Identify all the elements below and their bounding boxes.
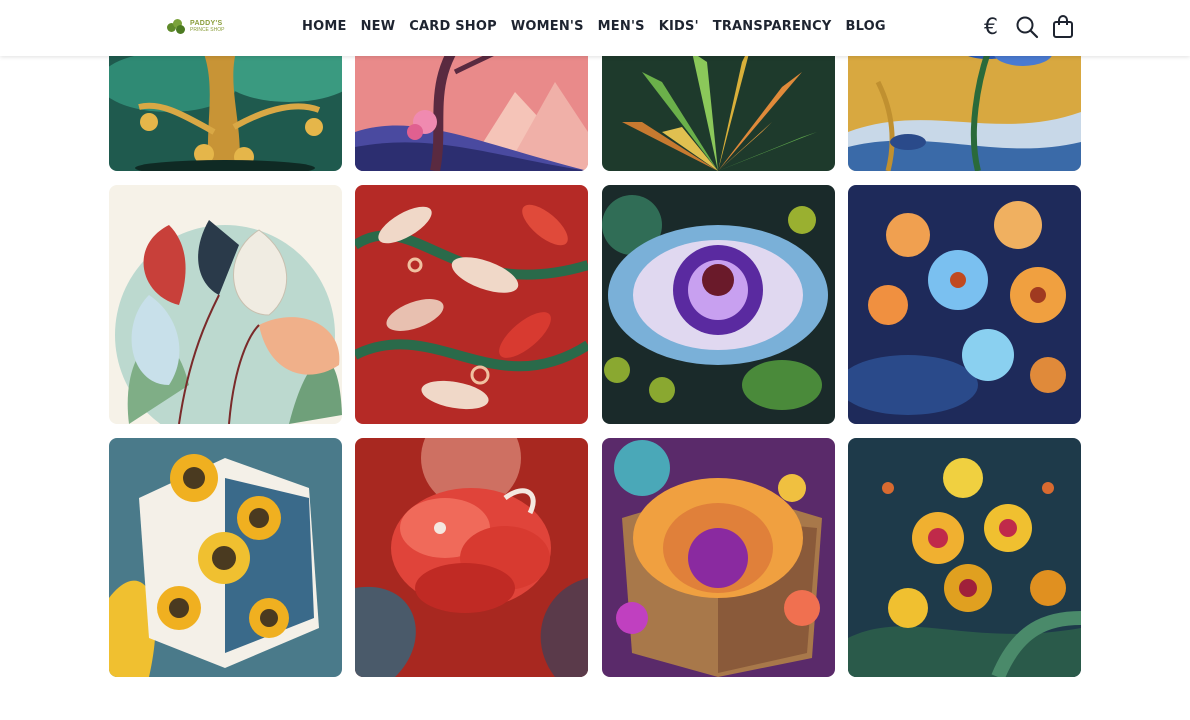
shamrock-icon [165, 18, 187, 36]
gallery-tile-12[interactable] [848, 438, 1081, 677]
orange-orchid-art [848, 185, 1081, 424]
nav-new[interactable]: NEW [361, 19, 396, 34]
shopping-bag-icon [1053, 15, 1073, 38]
gallery-tile-6[interactable] [355, 185, 588, 424]
euro-icon: € [984, 14, 998, 40]
nav-womens[interactable]: WOMEN'S [511, 19, 584, 34]
nav-kids[interactable]: KIDS' [659, 19, 699, 34]
red-leaf-pattern-art [355, 185, 588, 424]
header-actions: € [979, 14, 1075, 40]
nav-transparency[interactable]: TRANSPARENCY [713, 19, 832, 34]
gallery-tile-5[interactable] [109, 185, 342, 424]
nav-mens[interactable]: MEN'S [598, 19, 645, 34]
nav-card-shop[interactable]: CARD SHOP [409, 19, 497, 34]
flower-box-art [602, 438, 835, 677]
search-button[interactable] [1015, 14, 1039, 40]
sunflower-box-art [109, 438, 342, 677]
gallery-tile-8[interactable] [848, 185, 1081, 424]
yellow-orchid-art [848, 438, 1081, 677]
gallery-tile-11[interactable] [602, 438, 835, 677]
gallery-tile-10[interactable] [355, 438, 588, 677]
nav-home[interactable]: HOME [302, 19, 347, 34]
currency-selector[interactable]: € [979, 14, 1003, 40]
main-nav: HOME NEW CARD SHOP WOMEN'S MEN'S KIDS' T… [302, 19, 886, 34]
red-hibiscus-art [355, 438, 588, 677]
brand-logo[interactable]: PADDY'S PRINCE SHOP [165, 18, 224, 36]
gallery-tile-9[interactable] [109, 438, 342, 677]
brand-line2: PRINCE SHOP [190, 27, 225, 33]
brand-line1: PADDY'S [190, 20, 223, 27]
nav-blog[interactable]: BLOG [845, 19, 885, 34]
anthurium-leaves-art [109, 185, 342, 424]
search-icon [1016, 16, 1039, 39]
site-header: PADDY'S PRINCE SHOP HOME NEW CARD SHOP W… [0, 0, 1190, 56]
passion-flower-art [602, 185, 835, 424]
brand-name: PADDY'S PRINCE SHOP [190, 20, 224, 34]
cart-button[interactable] [1051, 14, 1075, 40]
gallery-tile-7[interactable] [602, 185, 835, 424]
